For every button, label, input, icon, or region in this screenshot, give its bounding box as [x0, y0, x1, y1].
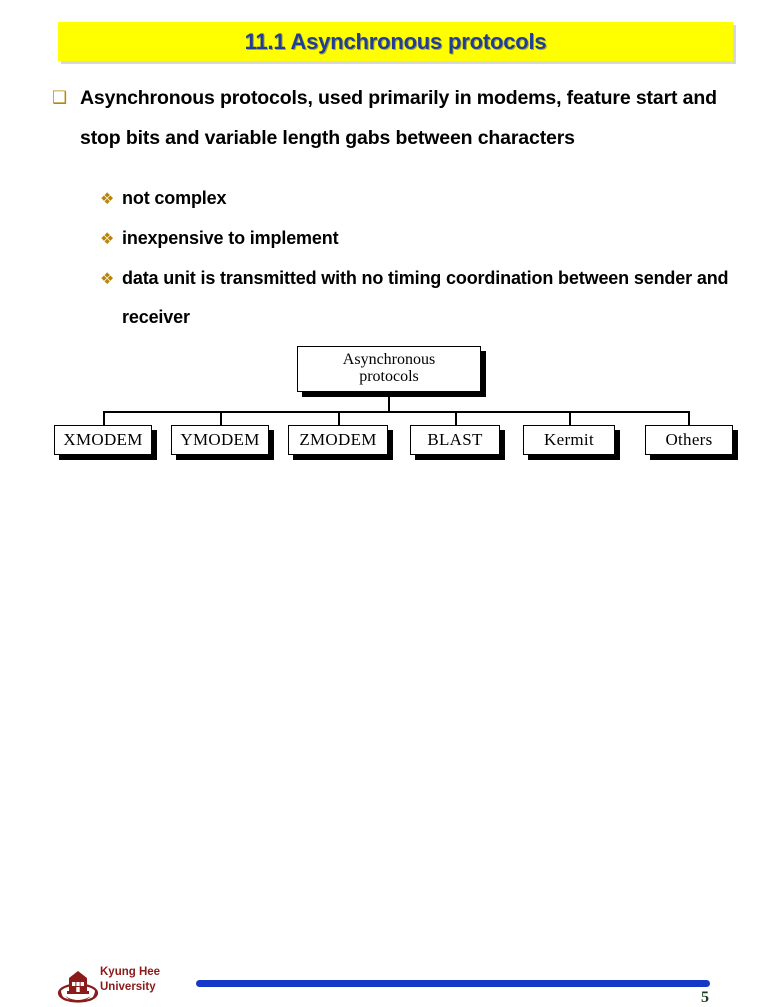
- diagram-connector-drop: [220, 411, 222, 426]
- diagram-node-label: BLAST: [427, 430, 483, 450]
- diamond-bullet-icon: ❖: [100, 269, 115, 288]
- university-crest-icon: [57, 971, 99, 1003]
- diamond-bullet-icon: ❖: [100, 189, 115, 208]
- diagram-node-zmodem: ZMODEM: [288, 425, 388, 455]
- diagram-node-label: Kermit: [544, 430, 594, 450]
- bullet-item-level2: ❖ inexpensive to implement: [0, 219, 780, 258]
- diagram-connector-bus: [103, 411, 689, 413]
- slide-title-banner: 11.1 Asynchronous protocols: [58, 22, 733, 61]
- diagram-node-others: Others: [645, 425, 733, 455]
- asynchronous-protocols-diagram: Asynchronous protocols XMODEM YMODEM ZMO…: [0, 340, 780, 470]
- diagram-node-blast: BLAST: [410, 425, 500, 455]
- footer-accent-bar: [196, 980, 710, 987]
- diagram-connector-drop: [455, 411, 457, 426]
- bullet-item-level2-text: not complex: [122, 188, 227, 208]
- page-number: 5: [701, 989, 709, 1006]
- bullet-item-level2-text: inexpensive to implement: [122, 228, 339, 248]
- slide-footer: Kyung Hee University 5: [0, 480, 780, 1006]
- diagram-connector-drop: [688, 411, 690, 426]
- diagram-node-label: Others: [665, 430, 713, 450]
- diagram-node-label: YMODEM: [180, 430, 260, 450]
- diagram-node-label: XMODEM: [63, 430, 143, 450]
- diagram-node-root-label: Asynchronous protocols: [342, 351, 436, 385]
- university-name: Kyung Hee University: [100, 966, 161, 993]
- diagram-connector-stem: [388, 392, 390, 412]
- diagram-node-xmodem: XMODEM: [54, 425, 152, 455]
- bullet-item-level1: ❑ Asynchronous protocols, used primarily…: [0, 78, 780, 158]
- diagram-node-label: ZMODEM: [299, 430, 377, 450]
- diagram-node-root: Asynchronous protocols: [297, 346, 481, 392]
- diamond-bullet-icon: ❖: [100, 229, 115, 248]
- bullet-item-level2-text: data unit is transmitted with no timing …: [122, 268, 729, 327]
- diagram-connector-drop: [103, 411, 105, 426]
- diagram-connector-drop: [338, 411, 340, 426]
- square-bullet-icon: ❑: [52, 88, 68, 108]
- bullet-item-level1-text: Asynchronous protocols, used primarily i…: [80, 87, 717, 149]
- diagram-connector-drop: [569, 411, 571, 426]
- page-title: 11.1 Asynchronous protocols: [244, 28, 547, 54]
- bullet-item-level2: ❖ not complex: [0, 179, 780, 218]
- diagram-node-ymodem: YMODEM: [171, 425, 269, 455]
- diagram-node-kermit: Kermit: [523, 425, 615, 455]
- slide-body: ❑ Asynchronous protocols, used primarily…: [0, 78, 780, 337]
- bullet-item-level2: ❖ data unit is transmitted with no timin…: [0, 259, 780, 337]
